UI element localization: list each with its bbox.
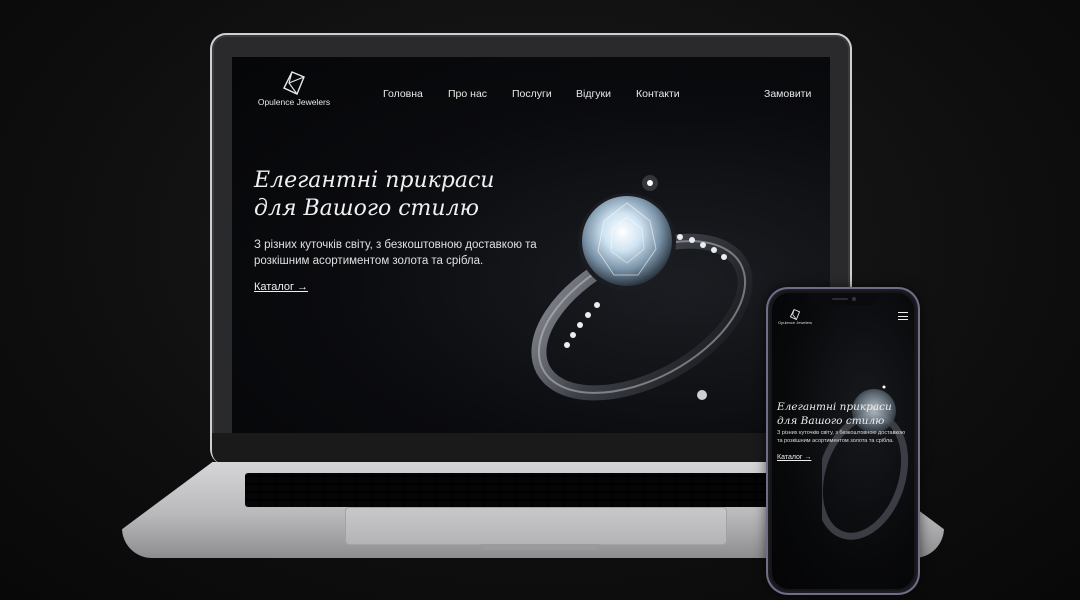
order-button[interactable]: Замовити	[764, 88, 811, 100]
mobile-brand-logo[interactable]: Opulence Jewelers	[778, 309, 812, 325]
mobile-hero-title-line1: Елегантні прикраси	[777, 401, 892, 413]
hero-description: З різних куточків світу, з безкоштовною …	[254, 239, 537, 267]
laptop-keyboard	[245, 473, 775, 507]
laptop-chin	[212, 433, 850, 465]
main-nav: Головна Про нас Послуги Відгуки Контакти…	[232, 88, 830, 102]
mobile-hero-title: Елегантні прикраси для Вашого стилю	[777, 400, 914, 428]
mobile-catalog-link[interactable]: Каталог →	[777, 454, 811, 461]
hero-title: Елегантні прикраси для Вашого стилю	[254, 167, 554, 223]
mobile-website: Opulence Jewelers Елегантні прикраси для…	[772, 293, 914, 589]
desktop-website: Opulence Jewelers Головна Про нас Послуг…	[232, 57, 830, 433]
nav-contacts[interactable]: Контакти	[636, 88, 680, 100]
nav-about[interactable]: Про нас	[448, 88, 487, 100]
hero-title-line2: для Вашого стилю	[254, 196, 479, 221]
diamond-ring-photo	[522, 167, 782, 432]
phone-speaker	[832, 298, 848, 300]
laptop-trackpad	[345, 507, 727, 545]
phone-notch	[808, 293, 878, 305]
mobile-hero-description: З різних куточків світу, з безкоштовною …	[777, 430, 906, 444]
nav-services[interactable]: Послуги	[512, 88, 552, 100]
nav-reviews[interactable]: Відгуки	[576, 88, 611, 100]
hero-title-line1: Елегантні прикраси	[254, 168, 495, 193]
catalog-link[interactable]: Каталог →	[254, 281, 308, 293]
mobile-hero-title-line2: для Вашого стилю	[777, 415, 885, 427]
nav-home[interactable]: Головна	[383, 88, 423, 100]
mobile-brand-name: Opulence Jewelers	[778, 320, 813, 325]
diamond-outline-icon	[790, 309, 800, 320]
hamburger-menu-icon[interactable]	[898, 312, 908, 323]
phone-camera	[852, 297, 856, 301]
laptop-base-notch	[480, 544, 600, 550]
